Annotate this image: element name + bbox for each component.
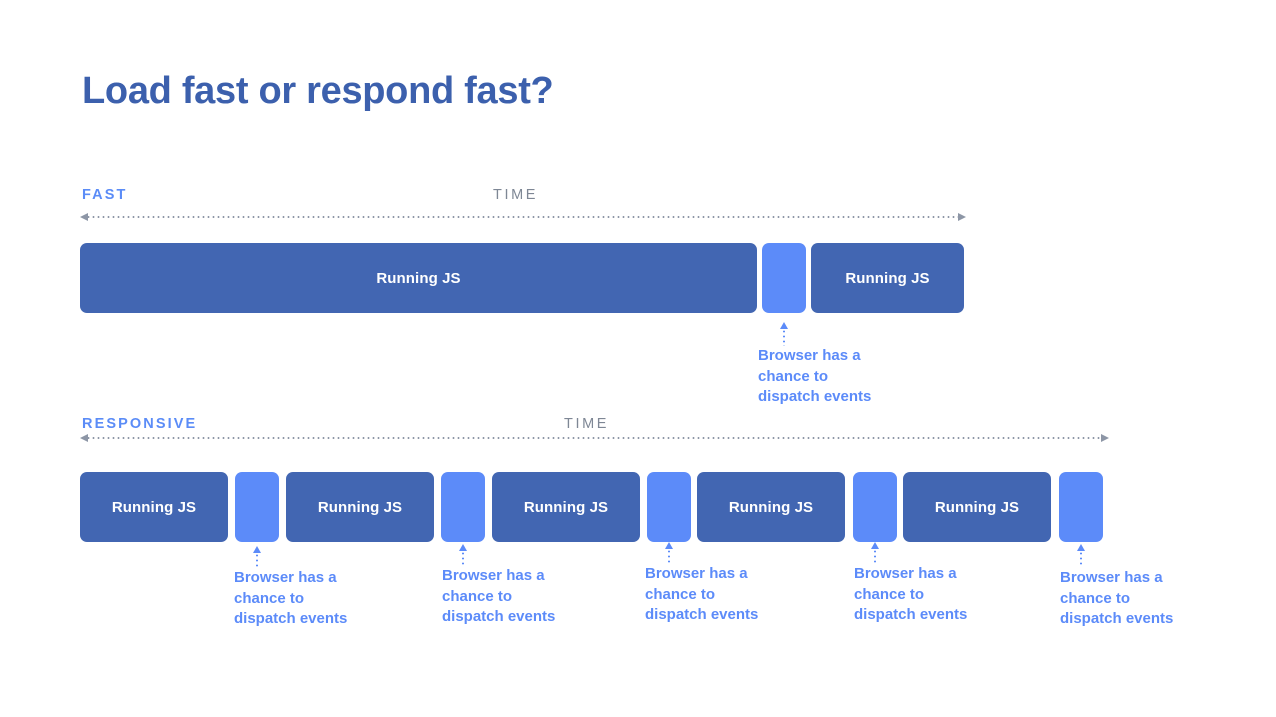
callout-leader-line xyxy=(462,551,464,567)
time-axis-fast xyxy=(80,213,966,221)
slide-canvas: Load fast or respond fast? FAST TIME Run… xyxy=(0,0,1276,717)
timeline-block-idle[interactable] xyxy=(762,243,806,313)
page-title: Load fast or respond fast? xyxy=(82,70,554,112)
timeline-block-label: Running JS xyxy=(111,498,197,516)
timeline-block-label: Running JS xyxy=(934,498,1020,516)
time-axis-label-responsive: TIME xyxy=(564,416,610,432)
callout-text: Browser has a chance to dispatch events xyxy=(234,569,348,627)
time-axis-label-fast: TIME xyxy=(493,187,539,203)
callout-arrow-icon xyxy=(459,544,467,551)
section-label-responsive: RESPONSIVE xyxy=(82,416,198,432)
callout-leader-line xyxy=(1080,551,1082,567)
timeline-block-idle[interactable] xyxy=(1059,472,1103,542)
axis-dotted-line xyxy=(86,216,960,218)
callout-leader-line xyxy=(668,549,670,565)
callout-text: Browser has a chance to dispatch events xyxy=(854,565,968,623)
callout-leader-line xyxy=(256,553,258,569)
axis-dotted-line xyxy=(86,437,1103,439)
callout-leader-line xyxy=(874,549,876,565)
timeline-block-running-js[interactable]: Running JS xyxy=(903,472,1051,542)
section-label-fast: FAST xyxy=(82,187,128,203)
timeline-block-label: Running JS xyxy=(317,498,403,516)
timeline-block-label: Running JS xyxy=(376,269,461,287)
timeline-block-running-js[interactable]: Running JS xyxy=(80,243,757,313)
timeline-block-label: Running JS xyxy=(523,498,609,516)
timeline-block-running-js[interactable]: Running JS xyxy=(811,243,964,313)
timeline-block-idle[interactable] xyxy=(235,472,279,542)
timeline-block-idle[interactable] xyxy=(647,472,691,542)
callout-arrow-icon xyxy=(253,546,261,553)
timeline-block-running-js[interactable]: Running JS xyxy=(697,472,845,542)
callout-leader-line xyxy=(783,329,785,346)
timeline-block-running-js[interactable]: Running JS xyxy=(286,472,434,542)
callout-text: Browser has a chance to dispatch events xyxy=(1060,569,1174,627)
timeline-block-label: Running JS xyxy=(845,269,930,287)
arrow-right-icon xyxy=(1101,434,1109,442)
callout-text: Browser has a chance to dispatch events xyxy=(442,567,556,625)
arrow-right-icon xyxy=(958,213,966,221)
callout-arrow-icon xyxy=(665,542,673,549)
callout-arrow-icon xyxy=(871,542,879,549)
callout-arrow-icon xyxy=(1077,544,1085,551)
timeline-block-idle[interactable] xyxy=(853,472,897,542)
timeline-block-label: Running JS xyxy=(728,498,814,516)
time-axis-responsive xyxy=(80,434,1109,442)
timeline-block-running-js[interactable]: Running JS xyxy=(492,472,640,542)
callout-text: Browser has a chance to dispatch events xyxy=(758,347,872,405)
timeline-block-idle[interactable] xyxy=(441,472,485,542)
timeline-block-running-js[interactable]: Running JS xyxy=(80,472,228,542)
callout-arrow-icon xyxy=(780,322,788,329)
callout-text: Browser has a chance to dispatch events xyxy=(645,565,759,623)
